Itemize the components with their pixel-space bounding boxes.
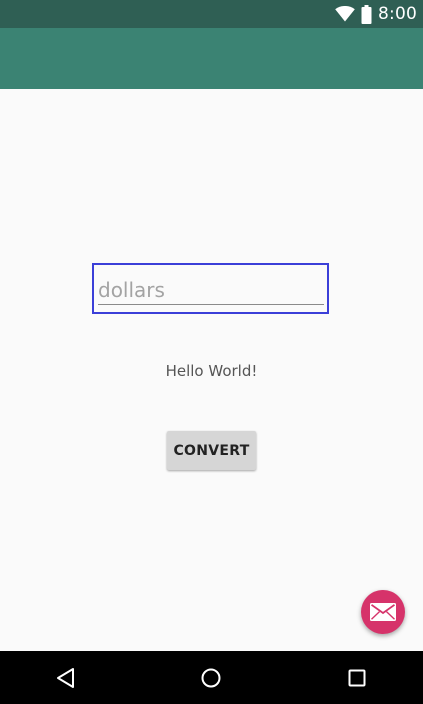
email-icon: [370, 603, 396, 621]
battery-icon: [361, 4, 372, 24]
home-icon: [201, 668, 221, 688]
convert-button[interactable]: CONVERT: [167, 431, 256, 470]
app-bar: [0, 28, 423, 89]
dollars-input-focus-frame: [92, 263, 329, 314]
back-button[interactable]: [52, 664, 80, 692]
home-button[interactable]: [197, 664, 225, 692]
status-icons: 8:00: [335, 3, 417, 25]
dollars-input[interactable]: [98, 265, 324, 305]
recents-button[interactable]: [343, 664, 371, 692]
wifi-icon: [335, 6, 355, 22]
status-time: 8:00: [378, 4, 417, 24]
navigation-bar: [0, 651, 423, 704]
email-fab-button[interactable]: [361, 590, 405, 634]
hello-text: Hello World!: [165, 362, 258, 380]
back-icon: [57, 668, 74, 688]
status-bar: 8:00: [0, 0, 423, 28]
recents-icon: [348, 669, 366, 687]
